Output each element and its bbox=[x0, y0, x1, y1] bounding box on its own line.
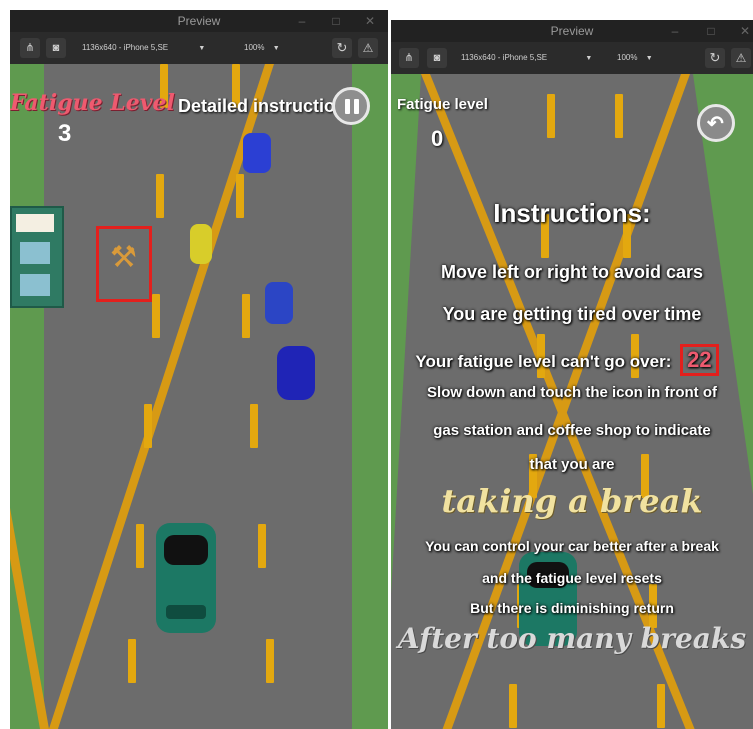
player-car bbox=[156, 523, 216, 633]
lane-dash bbox=[250, 404, 258, 448]
lane-dash bbox=[144, 404, 152, 448]
fatigue-level-label: Fatigue level bbox=[397, 96, 488, 113]
layout-icon[interactable]: ⋔ bbox=[399, 48, 419, 68]
awning bbox=[16, 214, 54, 232]
toolbar: ⋔ ◙ 1136x640 - iPhone 5,SE ▼ 100% ▼ ↻ ⚠ bbox=[391, 42, 753, 74]
refresh-icon[interactable]: ↻ bbox=[705, 48, 725, 68]
instruction-line-fatigue-max: Your fatigue level can't go over: 22 bbox=[391, 344, 753, 376]
fatigue-level-value: 3 bbox=[58, 120, 72, 147]
chevron-down-icon: ▼ bbox=[645, 55, 653, 62]
fatigue-max-value: 22 bbox=[680, 344, 719, 376]
lane-dash bbox=[242, 294, 250, 338]
highlight-after-too-many-breaks: After too many breaks bbox=[397, 622, 747, 655]
instruction-line: and the fatigue level resets bbox=[482, 570, 662, 586]
device-select[interactable]: 1136x640 - iPhone 5,SE ▼ bbox=[82, 40, 232, 56]
lane-dash bbox=[152, 294, 160, 338]
lane-dash bbox=[136, 524, 144, 568]
instruction-line: gas station and coffee shop to indicate bbox=[433, 422, 711, 439]
pause-icon bbox=[345, 99, 350, 114]
pause-button[interactable] bbox=[332, 87, 370, 125]
close-icon[interactable]: ✕ bbox=[362, 13, 378, 29]
minimize-icon[interactable]: – bbox=[294, 13, 310, 29]
game-canvas[interactable]: ⚒ Fatigue Level 3 Detailed instruction: bbox=[10, 64, 388, 729]
close-icon[interactable]: ✕ bbox=[737, 23, 753, 39]
preview-window-left: Preview – □ ✕ ⋔ ◙ 1136x640 - iPhone 5,SE… bbox=[10, 10, 388, 729]
minimize-icon[interactable]: – bbox=[667, 23, 683, 39]
camera-icon[interactable]: ◙ bbox=[427, 48, 447, 68]
lane-dash bbox=[236, 174, 244, 218]
shop-window bbox=[20, 274, 50, 296]
lane-dash bbox=[266, 639, 274, 683]
device-select-label: 1136x640 - iPhone 5,SE bbox=[82, 43, 169, 52]
instruction-line: Slow down and touch the icon in front of bbox=[427, 384, 717, 401]
game-canvas[interactable]: Fatigue level 0 ↶ Instructions: Move lef… bbox=[391, 74, 753, 729]
preview-window-right: Preview – □ ✕ ⋔ ◙ 1136x640 - iPhone 5,SE… bbox=[391, 20, 753, 729]
lane-dash bbox=[156, 174, 164, 218]
warning-icon[interactable]: ⚠ bbox=[358, 38, 378, 58]
detailed-instruction-label: Detailed instruction: bbox=[178, 96, 353, 116]
chevron-down-icon: ▼ bbox=[272, 45, 280, 52]
zoom-select[interactable]: 100% ▼ bbox=[244, 40, 294, 56]
zoom-select[interactable]: 100% ▼ bbox=[617, 50, 667, 66]
maximize-icon[interactable]: □ bbox=[328, 13, 344, 29]
pause-icon bbox=[354, 99, 359, 114]
npc-car-blue bbox=[265, 282, 293, 324]
fatigue-level-label: Fatigue Level bbox=[10, 90, 175, 116]
layout-icon[interactable]: ⋔ bbox=[20, 38, 40, 58]
car-trunk bbox=[166, 605, 206, 619]
window-title: Preview bbox=[550, 24, 594, 38]
npc-car-blue bbox=[243, 133, 271, 173]
instruction-line: Move left or right to avoid cars bbox=[440, 262, 704, 282]
toolbar: ⋔ ◙ 1136x640 - iPhone 5,SE ▼ 100% ▼ ↻ ⚠ bbox=[10, 32, 388, 64]
lane-dash bbox=[615, 94, 623, 138]
refresh-icon[interactable]: ↻ bbox=[332, 38, 352, 58]
device-select[interactable]: 1136x640 - iPhone 5,SE ▼ bbox=[461, 50, 611, 66]
zoom-select-label: 100% bbox=[617, 53, 638, 62]
shop-window bbox=[20, 242, 50, 264]
tools-icon[interactable]: ⚒ bbox=[110, 240, 137, 275]
camera-icon[interactable]: ◙ bbox=[46, 38, 66, 58]
instruction-line: Your fatigue level can't go over: bbox=[415, 352, 672, 371]
titlebar: Preview – □ ✕ bbox=[10, 10, 388, 32]
instruction-line: You are getting tired over time bbox=[442, 304, 702, 324]
lane-dash bbox=[547, 94, 555, 138]
instructions-heading: Instructions: bbox=[493, 198, 651, 228]
npc-car-blue-sedan bbox=[277, 346, 315, 400]
back-arrow-icon: ↶ bbox=[707, 113, 724, 135]
coffee-shop-building bbox=[10, 206, 64, 308]
npc-car-yellow bbox=[190, 224, 212, 264]
maximize-icon[interactable]: □ bbox=[703, 23, 719, 39]
chevron-down-icon: ▼ bbox=[585, 55, 593, 62]
lane-dash bbox=[509, 684, 517, 728]
titlebar: Preview – □ ✕ bbox=[391, 20, 753, 42]
instruction-line: that you are bbox=[529, 456, 615, 473]
lane-dash bbox=[258, 524, 266, 568]
zoom-select-label: 100% bbox=[244, 43, 265, 52]
instruction-line: You can control your car better after a … bbox=[425, 538, 719, 554]
device-select-label: 1136x640 - iPhone 5,SE bbox=[461, 53, 548, 62]
car-roof bbox=[164, 535, 208, 565]
lane-dash bbox=[657, 684, 665, 728]
back-button[interactable]: ↶ bbox=[697, 104, 735, 142]
fatigue-level-value: 0 bbox=[431, 126, 444, 151]
highlight-taking-a-break: taking a break bbox=[441, 482, 703, 520]
lane-dash bbox=[128, 639, 136, 683]
chevron-down-icon: ▼ bbox=[198, 45, 206, 52]
instruction-line: But there is diminishing return bbox=[470, 600, 674, 616]
warning-icon[interactable]: ⚠ bbox=[731, 48, 751, 68]
